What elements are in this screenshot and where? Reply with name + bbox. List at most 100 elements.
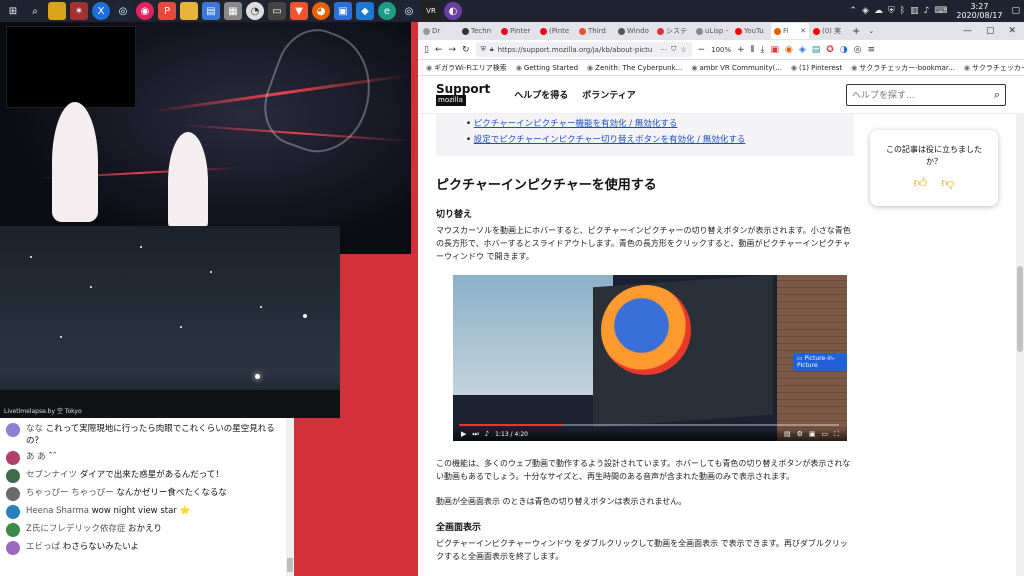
extension-icon[interactable]: ▣ (770, 45, 779, 55)
browser-tab[interactable]: YouTu (732, 23, 770, 39)
chevron-up-icon[interactable]: ⌃ (849, 6, 857, 16)
video-progress-bar[interactable] (459, 424, 839, 426)
page-scrollbar-thumb[interactable] (1017, 266, 1023, 352)
app-tray-icon[interactable]: ◈ (862, 6, 869, 16)
zoom-out-icon[interactable]: − (698, 45, 706, 55)
browser-tab[interactable]: (0) 実 (810, 23, 848, 39)
file-explorer-icon[interactable] (48, 2, 66, 20)
browser-tab[interactable]: Pinter (498, 23, 536, 39)
tab-list-icon[interactable]: ⌄ (868, 27, 874, 35)
bluetooth-icon[interactable]: ᛒ (900, 6, 905, 16)
chat-author[interactable]: Heena Sharma (26, 506, 89, 516)
tab-close-icon[interactable]: ✕ (800, 27, 806, 35)
bookmark-item[interactable]: ◉ Getting Started (516, 64, 578, 72)
nav-get-help[interactable]: ヘルプを得る (514, 88, 568, 101)
chat-avatar[interactable] (6, 505, 20, 519)
clock[interactable]: 3:27 2020/08/17 (956, 2, 1002, 20)
chat-avatar[interactable] (6, 469, 20, 483)
browser-tab[interactable]: Fi ✕ (771, 23, 809, 39)
miniplayer-icon[interactable]: ▣ (809, 430, 816, 438)
chat-author[interactable]: なな (26, 424, 43, 434)
reload-icon[interactable]: ↻ (462, 45, 470, 55)
shield-icon[interactable]: ⛨ (481, 45, 486, 54)
extension-icon[interactable]: ◈ (799, 45, 806, 55)
app-icon[interactable]: ▦ (224, 2, 242, 20)
edge-icon[interactable]: e (378, 2, 396, 20)
app-icon[interactable]: ◉ (136, 2, 154, 20)
new-tab-icon[interactable]: + (852, 26, 860, 37)
chat-author[interactable]: Z氏にフレデリック依存症 (26, 524, 125, 534)
forward-icon[interactable]: → (449, 45, 457, 55)
game-icon[interactable]: ✶ (70, 2, 88, 20)
menu-icon[interactable]: ≡ (868, 45, 876, 55)
brave-icon[interactable]: ▼ (290, 2, 308, 20)
windows-icon[interactable]: ⊞ (4, 2, 22, 20)
extension-icon[interactable]: ◑ (840, 45, 848, 55)
chat-scrollbar[interactable] (286, 418, 294, 576)
app-icon[interactable]: ▭ (268, 2, 286, 20)
app-icon[interactable]: ◔ (246, 2, 264, 20)
vr-icon[interactable]: VR (422, 2, 440, 20)
download-icon[interactable]: ⤓ (760, 45, 764, 55)
search-icon[interactable]: ⌕ (994, 88, 1000, 102)
firefox-icon[interactable]: ◕ (312, 2, 330, 20)
fullscreen-icon[interactable]: ⛶ (834, 430, 839, 439)
chat-author[interactable]: ちゃっぴー ちゃっぴー (26, 488, 114, 498)
game-stream-video[interactable] (0, 22, 411, 254)
settings-icon[interactable]: ⚙ (797, 430, 803, 438)
bookmark-item[interactable]: ◉ (1) Pinterest (791, 64, 842, 72)
library-icon[interactable]: ⫴ (751, 45, 755, 55)
chat-author[interactable]: あ あ (26, 452, 46, 462)
browser-tab[interactable]: Dr (420, 23, 458, 39)
night-sky-video[interactable]: Livetimelapse.by 空 Tokyo (0, 226, 340, 418)
chat-avatar[interactable] (6, 523, 20, 537)
next-icon[interactable]: ⏭ (472, 430, 478, 439)
volume-icon[interactable]: ♪ (924, 6, 930, 16)
browser-tab[interactable]: (Pinte (537, 23, 575, 39)
shield-icon[interactable]: ⛨ (888, 6, 895, 16)
demo-video[interactable]: ▭ Picture-in-Picture ▶ ⏭ ♪ 1:13 / 4:20 ▤… (453, 275, 847, 441)
close-icon[interactable]: ✕ (1008, 26, 1016, 36)
chat-avatar[interactable] (6, 541, 20, 555)
extension-icon[interactable]: ◉ (785, 45, 793, 55)
page-actions-icon[interactable]: ··· (660, 46, 667, 54)
chat-author[interactable]: エビっぱ (26, 542, 60, 552)
captions-icon[interactable]: ▤ (784, 430, 791, 438)
app-icon[interactable]: P (158, 2, 176, 20)
thumbs-down-icon[interactable]: 👎︎ (941, 177, 954, 190)
app-icon[interactable]: ▣ (334, 2, 352, 20)
bookmark-item[interactable]: ◉サクラチェッカーの使い方 (964, 63, 1024, 73)
steam-icon[interactable]: ◎ (114, 2, 132, 20)
x-icon[interactable]: X (92, 2, 110, 20)
search-icon[interactable]: ⌕ (26, 2, 44, 20)
chat-avatar[interactable] (6, 487, 20, 501)
extension-icon[interactable]: ◎ (854, 45, 862, 55)
cloud-tray-icon[interactable]: ☁ (874, 6, 883, 16)
keyboard-icon[interactable]: ⌨ (934, 6, 947, 16)
support-mozilla-logo[interactable]: Support mozilla (436, 83, 490, 106)
minimize-icon[interactable]: — (963, 26, 972, 36)
maximize-icon[interactable]: ▢ (986, 26, 995, 36)
sidebar-icon[interactable]: ▯ (424, 45, 429, 55)
theater-icon[interactable]: ▭ (821, 430, 828, 438)
picture-in-picture-toggle[interactable]: ▭ Picture-in-Picture (793, 353, 847, 371)
extension-icon[interactable]: ✪ (826, 45, 834, 55)
chat-avatar[interactable] (6, 451, 20, 465)
steam-icon[interactable]: ◎ (400, 2, 418, 20)
app-icon[interactable]: ▤ (202, 2, 220, 20)
thumbs-up-icon[interactable]: 👍︎ (914, 177, 928, 190)
bookmark-item[interactable]: ◉ サクラチェッカー-bookmar... (851, 63, 955, 73)
chat-author[interactable]: セブンナイツ (26, 470, 77, 480)
back-icon[interactable]: ← (435, 45, 443, 55)
folder-icon[interactable] (180, 2, 198, 20)
play-icon[interactable]: ▶ (461, 430, 466, 438)
notification-icon[interactable]: ▢ (1011, 6, 1020, 16)
bookmark-item[interactable]: ◉ ギガラWi-Fiエリア検索 (426, 63, 507, 73)
search-input[interactable]: ヘルプを探す... ⌕ (846, 83, 1006, 106)
chat-scrollbar-thumb[interactable] (287, 558, 293, 572)
toc-link[interactable]: ピクチャーインピクチャー機能を有効化 / 無効化する (474, 119, 678, 129)
volume-icon[interactable]: ♪ (485, 430, 489, 438)
cloud-icon[interactable]: ◆ (356, 2, 374, 20)
zoom-level[interactable]: 100% (711, 46, 731, 54)
browser-tab[interactable]: システ (654, 23, 692, 39)
